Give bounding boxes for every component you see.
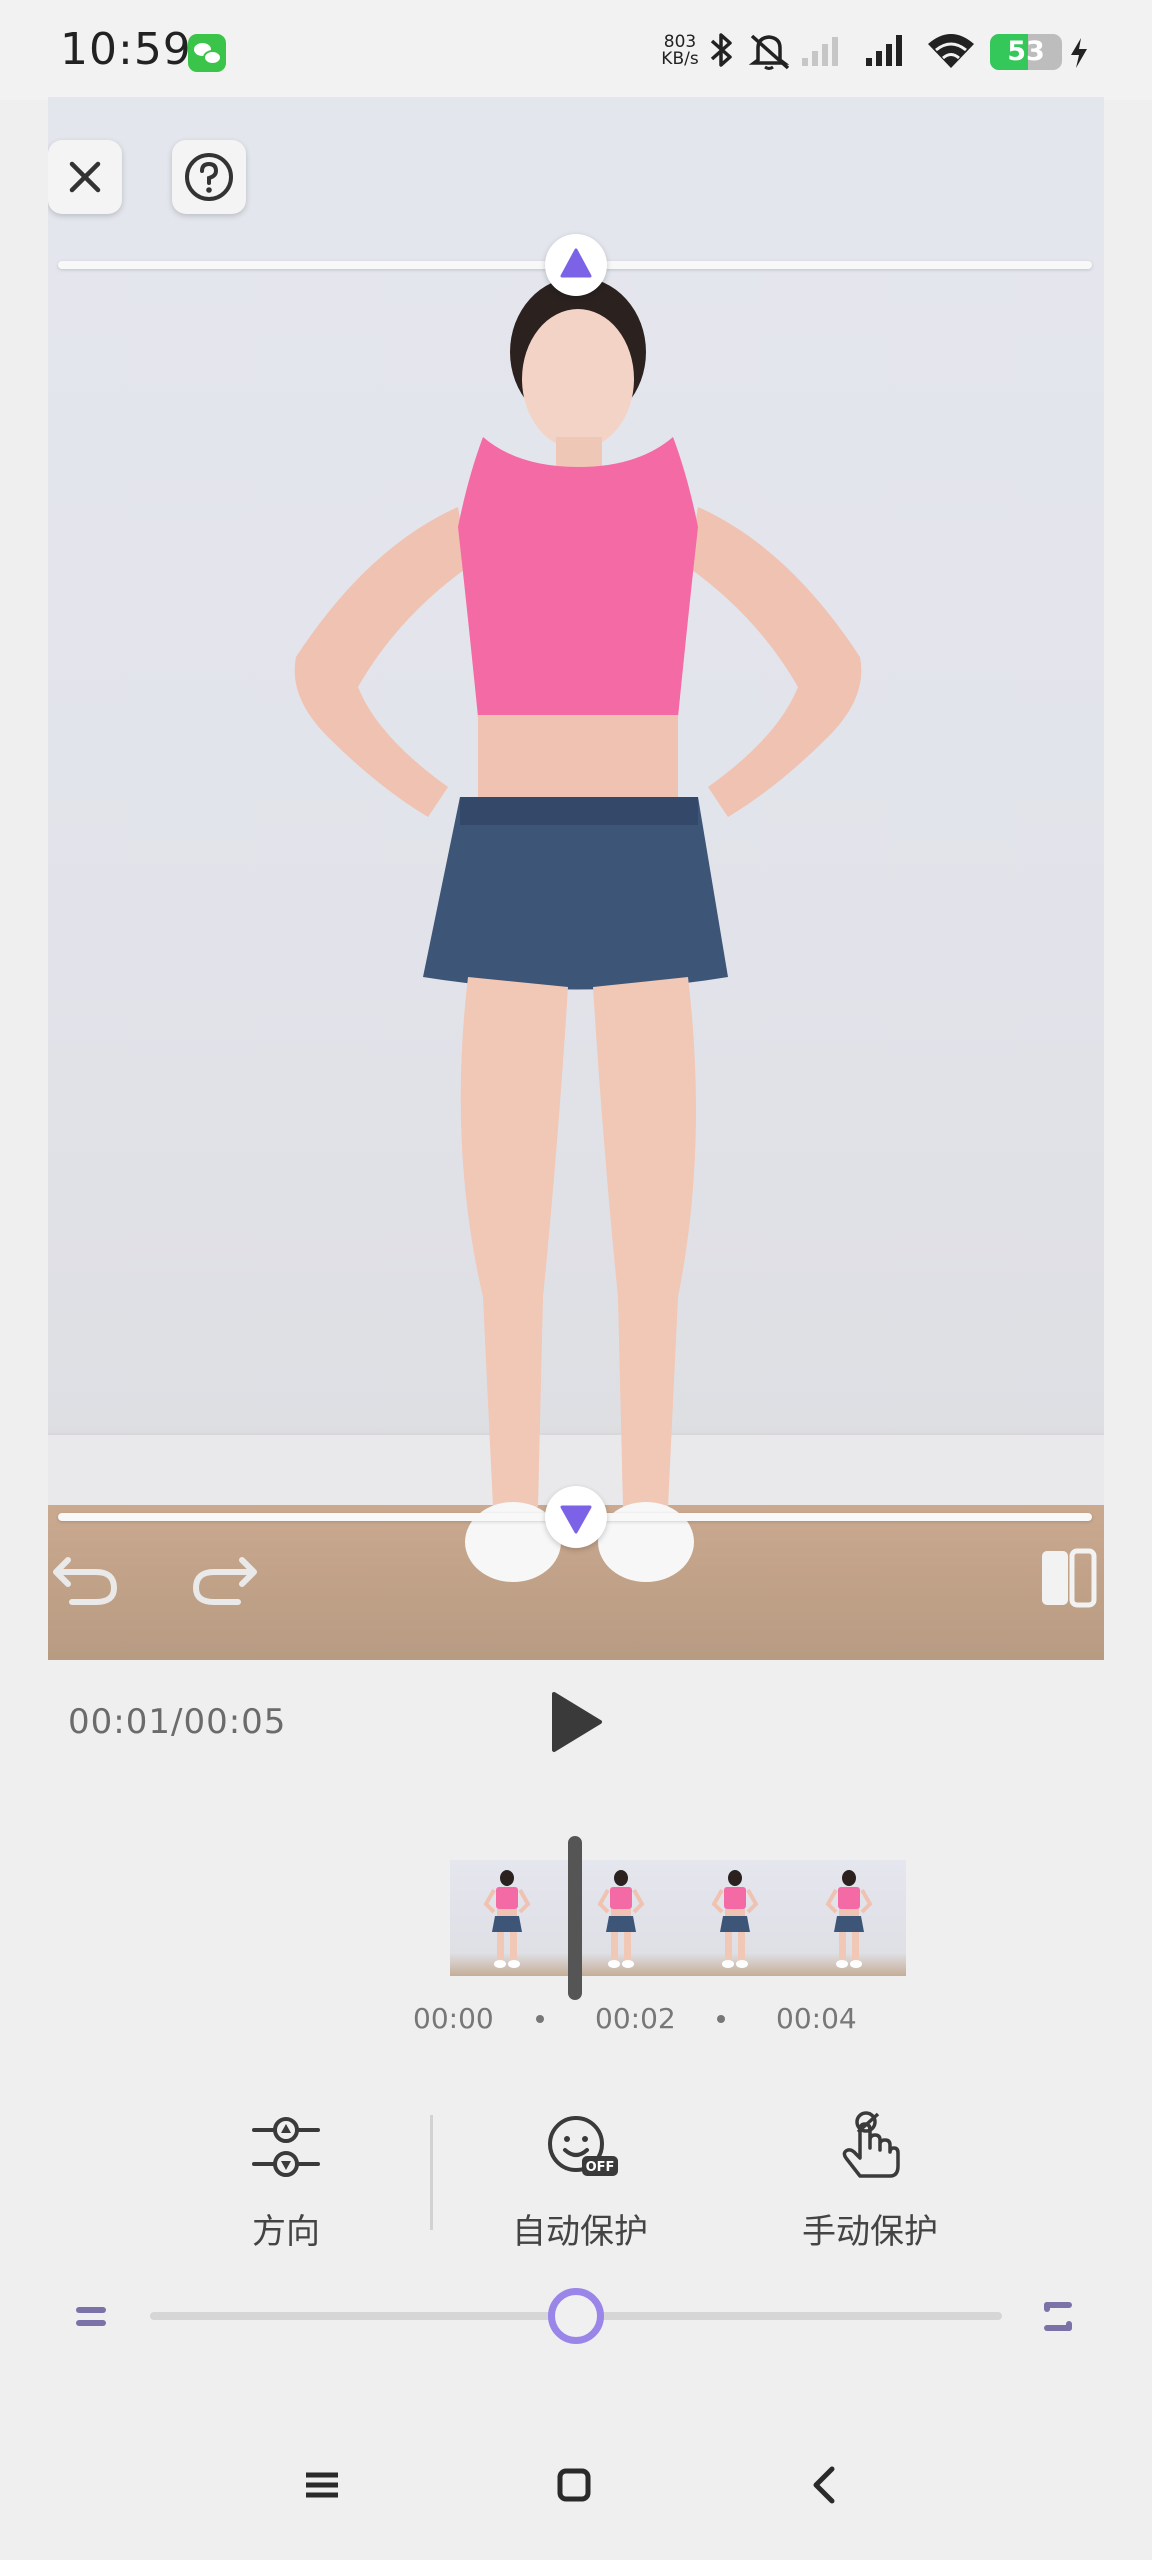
mute-icon	[748, 34, 790, 70]
timecode: 00:01/00:05	[68, 1702, 287, 1742]
timeline-dot	[536, 2015, 544, 2023]
home-nav-button[interactable]	[552, 2460, 596, 2510]
timeline-thumbnail	[450, 1860, 564, 1976]
manual-protect-label: 手动保护	[802, 2212, 938, 2252]
direction-icon	[252, 2117, 320, 2177]
arrow-down-icon	[560, 1505, 592, 1534]
timeline-playhead[interactable]	[568, 1836, 582, 2000]
timeline-thumbnail	[792, 1860, 906, 1976]
manual-protect-tool[interactable]: 手动保护	[790, 2110, 950, 2253]
wifi-icon	[928, 34, 974, 68]
status-bar: 10:59 803 KB/s 53	[0, 0, 1152, 100]
close-icon	[69, 161, 101, 193]
network-speed: 803 KB/s	[660, 34, 700, 68]
timeline-tick-label: 00:04	[776, 2002, 857, 2035]
undo-icon[interactable]	[48, 1542, 128, 1612]
help-button[interactable]	[172, 140, 246, 214]
auto-protect-tool[interactable]: OFF 自动保护	[500, 2110, 660, 2253]
svg-text:OFF: OFF	[586, 2160, 615, 2175]
timeline-thumbnails[interactable]	[450, 1860, 906, 1976]
menu-nav-button[interactable]	[300, 2460, 344, 2510]
strength-slider-knob[interactable]	[548, 2288, 604, 2344]
bottom-crop-handle[interactable]	[545, 1486, 607, 1548]
compare-icon[interactable]	[1032, 1537, 1104, 1617]
top-crop-handle[interactable]	[545, 234, 607, 296]
hand-touch-icon	[842, 2111, 900, 2178]
wechat-icon	[188, 34, 226, 72]
signal-icon	[866, 35, 902, 66]
battery-icon: 53	[990, 34, 1062, 70]
auto-protect-label: 自动保护	[512, 2212, 648, 2252]
person-figure	[294, 277, 862, 1582]
timeline-tick-label: 00:02	[595, 2002, 676, 2035]
back-nav-button[interactable]	[802, 2460, 846, 2510]
video-preview[interactable]	[48, 97, 1104, 1660]
timeline-dot	[717, 2015, 725, 2023]
auto-protect-off-icon: OFF	[548, 2116, 618, 2176]
widen-icon[interactable]	[1038, 2298, 1078, 2336]
clock: 10:59	[60, 24, 192, 75]
timeline-thumbnail	[678, 1860, 792, 1976]
battery-level: 53	[1007, 36, 1045, 67]
timeline-tick-label: 00:00	[413, 2002, 494, 2035]
close-button[interactable]	[48, 140, 122, 214]
narrow-icon[interactable]	[72, 2302, 112, 2332]
arrow-up-icon	[560, 248, 592, 278]
play-button[interactable]	[548, 1690, 604, 1754]
tools-divider	[430, 2115, 433, 2230]
direction-label: 方向	[252, 2212, 320, 2252]
help-icon	[185, 153, 233, 201]
direction-tool[interactable]: 方向	[236, 2110, 336, 2253]
charging-icon	[1071, 38, 1087, 68]
redo-icon[interactable]	[182, 1542, 262, 1612]
bluetooth-icon	[710, 33, 732, 67]
signal-weak-icon	[802, 37, 838, 66]
network-speed-unit: KB/s	[661, 49, 699, 69]
